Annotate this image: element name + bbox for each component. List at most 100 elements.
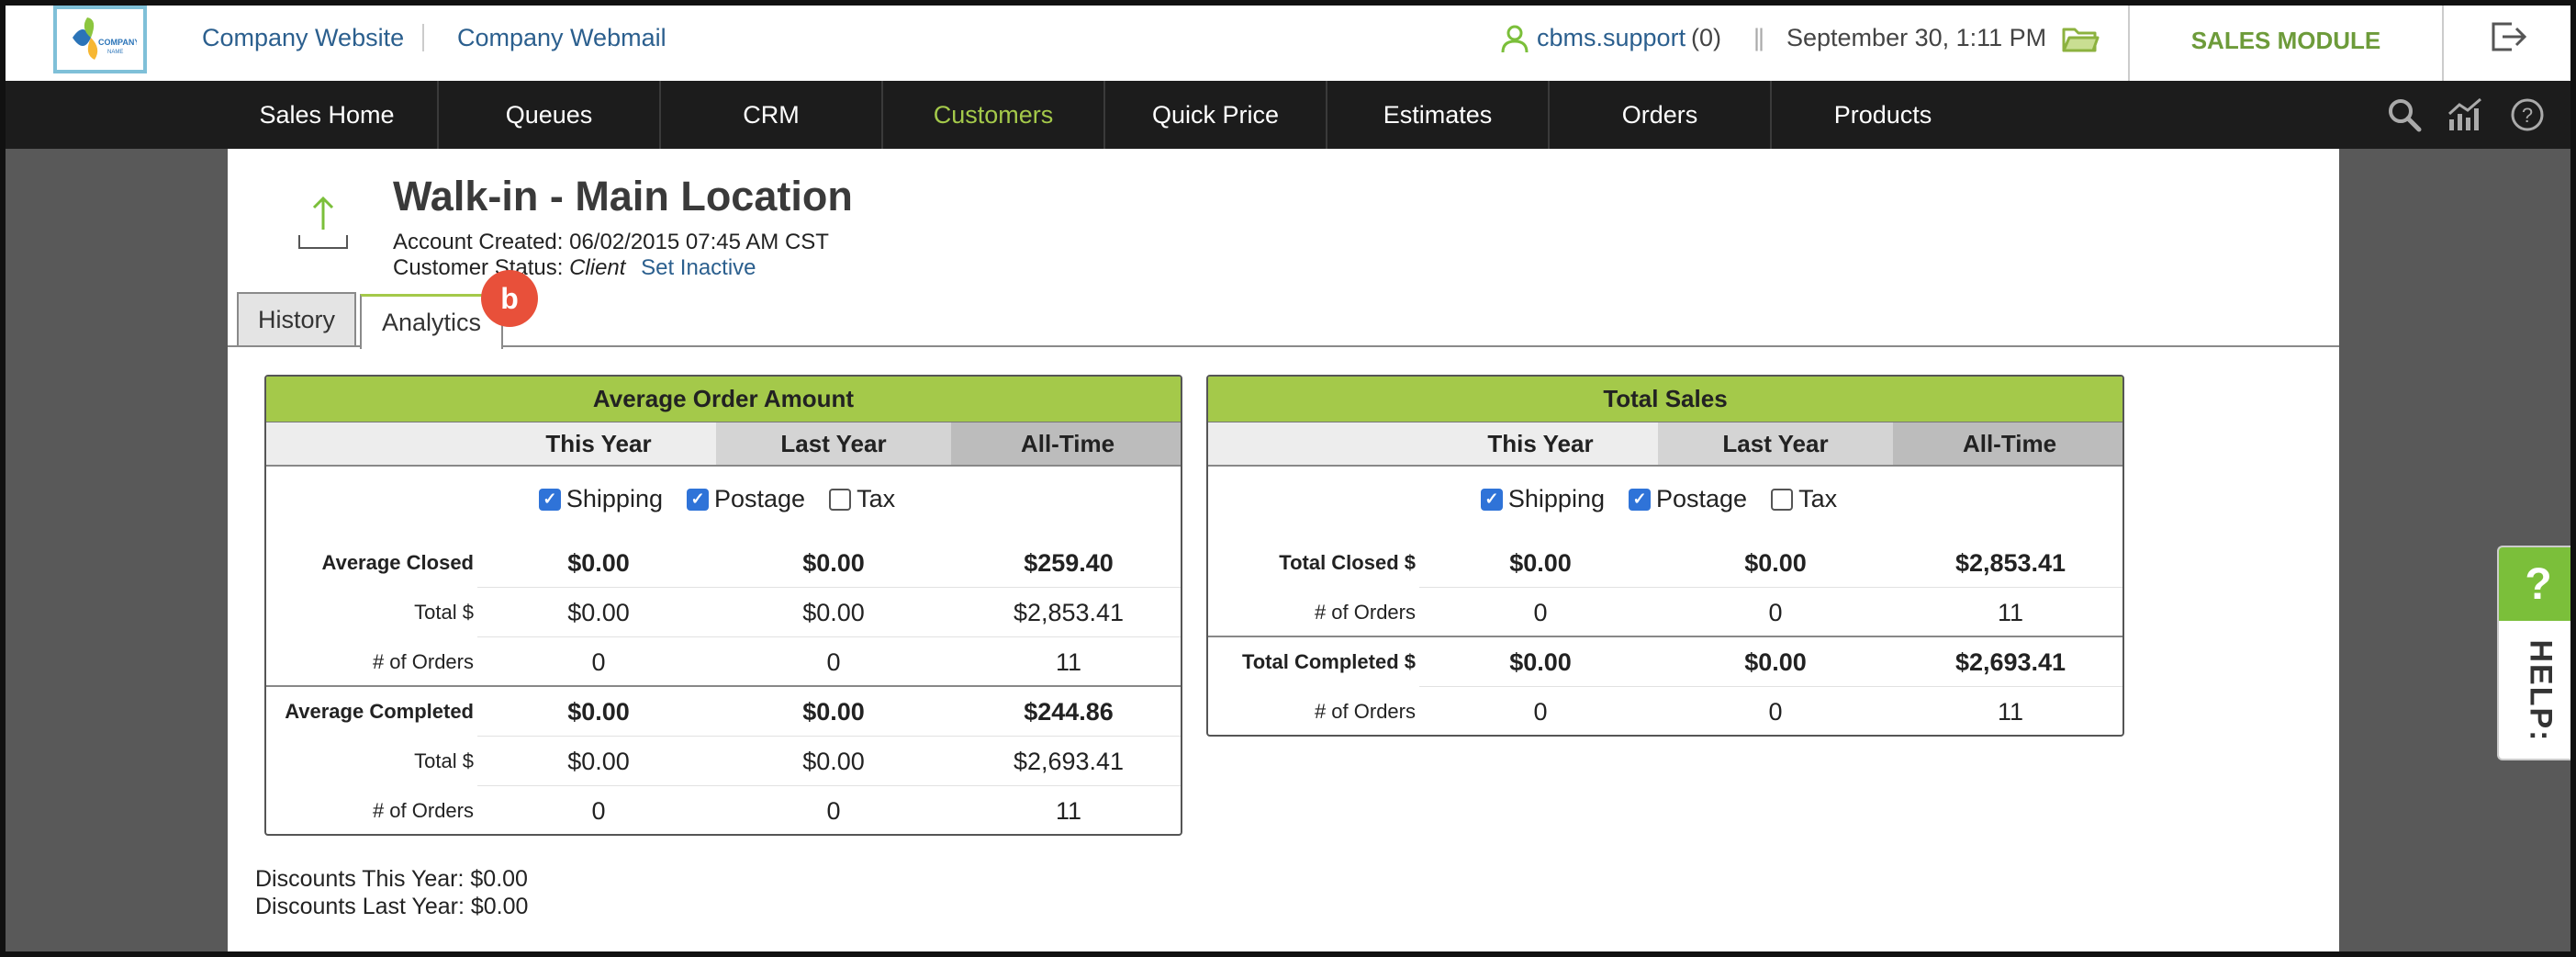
tax-checkbox[interactable]: [829, 488, 852, 511]
cell-last-year: 0: [1768, 598, 1783, 626]
total-sales-panel: Total Sales This Year Last Year All-Time…: [1206, 375, 2124, 737]
company-website-link[interactable]: Company Website: [202, 24, 404, 52]
discounts-this-year: Discounts This Year: $0.00: [255, 866, 528, 892]
analytics-chart-icon[interactable]: [2446, 96, 2484, 134]
shipping-label: Shipping: [1507, 485, 1605, 512]
search-icon[interactable]: [2385, 96, 2424, 134]
shipping-checkbox[interactable]: ✓: [538, 488, 561, 511]
tax-checkbox[interactable]: [1771, 488, 1794, 511]
cell-this-year: 0: [591, 647, 606, 676]
nav-queues[interactable]: Queues: [439, 81, 661, 149]
cell-all-time: $259.40: [1024, 548, 1114, 577]
cell-last-year: $0.00: [802, 548, 865, 577]
options-checkboxes: ✓ Shipping ✓ Postage Tax: [266, 485, 1181, 513]
header-divider: [266, 465, 1181, 467]
shipping-label: Shipping: [566, 485, 663, 512]
postage-checkbox[interactable]: ✓: [1628, 488, 1651, 511]
folder-icon[interactable]: [2061, 22, 2100, 55]
tab-history[interactable]: History: [237, 292, 356, 345]
customer-status-label: Customer Status:: [393, 255, 564, 280]
help-label: HELP:: [2523, 639, 2559, 742]
postage-checkbox-item[interactable]: ✓ Postage: [686, 485, 805, 513]
company-webmail-link[interactable]: Company Webmail: [457, 24, 666, 52]
header-divider: [1208, 465, 2122, 467]
cell-this-year: $0.00: [567, 697, 630, 726]
table-row: # of Orders 0 0 11: [266, 786, 1181, 834]
upload-icon[interactable]: [296, 193, 351, 253]
column-this-year: This Year: [481, 422, 716, 465]
nav-crm[interactable]: CRM: [661, 81, 883, 149]
top-divider: [422, 24, 424, 51]
cell-last-year: 0: [826, 796, 841, 825]
postage-checkbox-item[interactable]: ✓ Postage: [1628, 485, 1747, 513]
cell-this-year: $0.00: [567, 548, 630, 577]
logout-icon[interactable]: [2488, 18, 2528, 55]
tab-underline: [228, 345, 2339, 347]
column-all-time: All-Time: [1893, 422, 2122, 465]
table-row: Average Closed $0.00 $0.00 $259.40: [266, 538, 1181, 588]
cell-all-time: $2,853.41: [1954, 548, 2066, 577]
tax-label: Tax: [1798, 485, 1838, 512]
discounts-summary: Discounts This Year: $0.00 Discounts Las…: [255, 865, 528, 920]
shipping-checkbox[interactable]: ✓: [1480, 488, 1503, 511]
current-datetime: September 30, 1:11 PM: [1786, 24, 2047, 51]
cell-this-year: $0.00: [567, 747, 630, 775]
left-gutter: [0, 149, 228, 957]
user-icon: [1501, 25, 1529, 53]
user-name-link[interactable]: cbms.support: [1537, 24, 1686, 52]
row-label: Total Completed $: [1241, 650, 1416, 673]
tax-label: Tax: [857, 485, 896, 512]
cell-last-year: $0.00: [1744, 647, 1807, 676]
cell-this-year: $0.00: [567, 598, 630, 626]
nav-quick-price[interactable]: Quick Price: [1105, 81, 1327, 149]
cell-last-year: $0.00: [802, 598, 865, 626]
postage-checkbox[interactable]: ✓: [686, 488, 709, 511]
cell-last-year: $0.00: [802, 747, 865, 775]
shipping-checkbox-item[interactable]: ✓ Shipping: [1480, 485, 1605, 513]
nav-customers[interactable]: Customers: [883, 81, 1105, 149]
table-row: # of Orders 0 0 11: [266, 637, 1181, 687]
customer-title: Walk-in - Main Location: [393, 173, 853, 220]
row-label: # of Orders: [372, 799, 474, 822]
shipping-checkbox-item[interactable]: ✓ Shipping: [538, 485, 663, 513]
table-row: Total Completed $ $0.00 $0.00 $2,693.41: [1208, 637, 2122, 687]
cell-this-year: $0.00: [1509, 548, 1572, 577]
cell-all-time: 11: [1997, 697, 2024, 726]
help-circle-icon[interactable]: ?: [2508, 96, 2547, 134]
table-row: # of Orders 0 0 11: [1208, 588, 2122, 637]
column-last-year: Last Year: [716, 422, 951, 465]
row-label: # of Orders: [1314, 601, 1416, 624]
nav-products[interactable]: Products: [1772, 81, 1994, 149]
row-label: # of Orders: [372, 650, 474, 673]
company-logo-graphic: COMPANY NAME: [73, 17, 140, 60]
column-last-year: Last Year: [1658, 422, 1893, 465]
row-label: Average Closed: [321, 551, 474, 574]
nav-orders[interactable]: Orders: [1550, 81, 1772, 149]
company-logo[interactable]: COMPANY NAME: [53, 6, 147, 73]
nav-sales-home[interactable]: Sales Home: [217, 81, 439, 149]
cell-all-time: $2,693.41: [1954, 647, 2066, 676]
cell-last-year: $0.00: [802, 697, 865, 726]
table-row: Total Closed $ $0.00 $0.00 $2,853.41: [1208, 538, 2122, 588]
help-question-icon[interactable]: ?: [2499, 547, 2576, 621]
sales-module-button[interactable]: SALES MODULE: [2128, 0, 2444, 81]
top-bar: COMPANY NAME Company Website Company Web…: [0, 0, 2576, 81]
nav-estimates[interactable]: Estimates: [1327, 81, 1550, 149]
help-tab[interactable]: ? HELP:: [2497, 546, 2576, 760]
total-sales-title: Total Sales: [1208, 377, 2122, 422]
average-order-title: Average Order Amount: [266, 377, 1181, 422]
row-label: Total Closed $: [1279, 551, 1416, 574]
account-created-value: 06/02/2015 07:45 AM CST: [569, 230, 829, 254]
tax-checkbox-item[interactable]: Tax: [829, 485, 895, 513]
options-checkboxes: ✓ Shipping ✓ Postage Tax: [1208, 485, 2122, 513]
set-inactive-link[interactable]: Set Inactive: [641, 255, 756, 280]
cell-this-year: 0: [591, 796, 606, 825]
tax-checkbox-item[interactable]: Tax: [1771, 485, 1837, 513]
cell-last-year: 0: [1768, 697, 1783, 726]
cell-this-year: $0.00: [1509, 647, 1572, 676]
cell-all-time: $2,693.41: [1013, 747, 1125, 775]
cell-all-time: $244.86: [1024, 697, 1114, 726]
discounts-last-year: Discounts Last Year: $0.00: [255, 894, 529, 919]
customer-status: Customer Status: Client Set Inactive: [393, 255, 756, 281]
row-label: # of Orders: [1314, 700, 1416, 723]
